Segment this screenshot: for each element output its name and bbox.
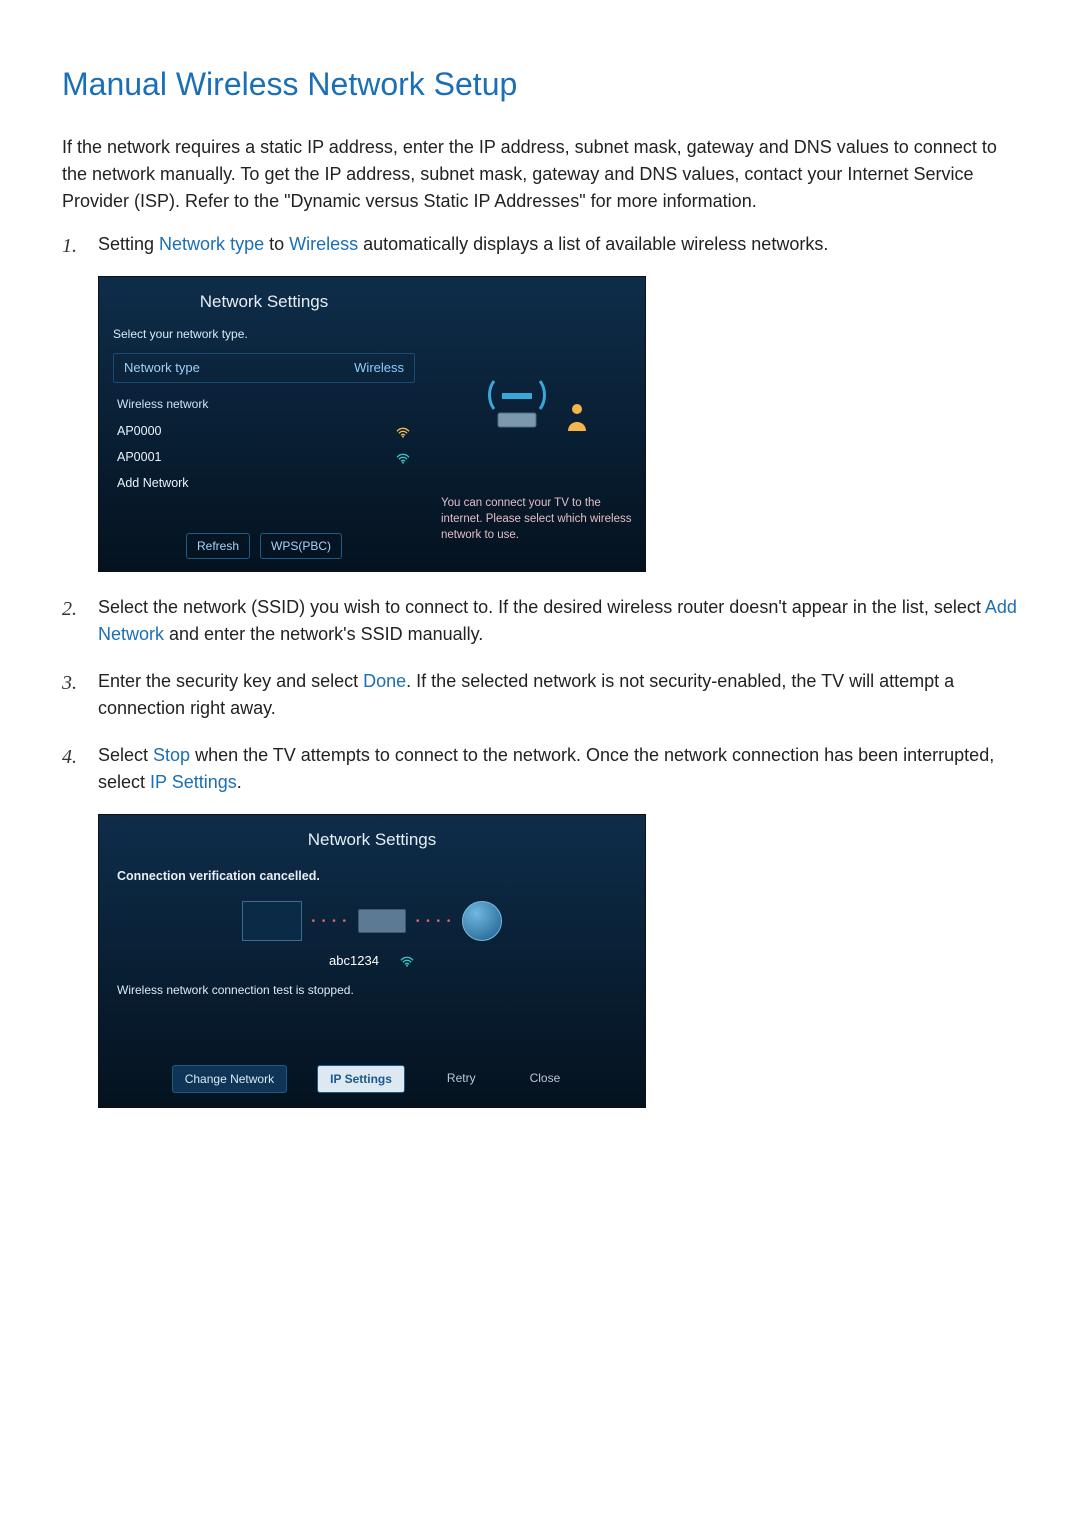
kw-stop: Stop [153, 745, 190, 765]
wifi-signal-icon [399, 953, 415, 969]
network-settings-panel-cancelled: Network Settings Connection verification… [98, 814, 646, 1108]
globe-icon [462, 901, 502, 941]
step-2: Select the network (SSID) you wish to co… [62, 594, 1018, 648]
connection-diagram: • • • • • • • • [117, 901, 627, 941]
kw-ip-settings: IP Settings [150, 772, 237, 792]
retry-button[interactable]: Retry [435, 1065, 488, 1093]
step-4: Select Stop when the TV attempts to conn… [62, 742, 1018, 1108]
step2-text-a: Select the network (SSID) you wish to co… [98, 597, 985, 617]
network-settings-panel-select: Network Settings Select your network typ… [98, 276, 646, 572]
kw-network-type: Network type [159, 234, 264, 254]
step4-text-c: . [237, 772, 242, 792]
step-1: Setting Network type to Wireless automat… [62, 231, 1018, 572]
step1-text-a: Setting [98, 234, 159, 254]
dots-icon: • • • • [416, 914, 452, 929]
step1-text-b: to [264, 234, 289, 254]
router-icon [358, 909, 406, 933]
refresh-button[interactable]: Refresh [186, 533, 250, 559]
connection-message: Wireless network connection test is stop… [117, 981, 627, 999]
wireless-list-header: Wireless network [113, 395, 415, 413]
kw-done: Done [363, 671, 406, 691]
connection-status: Connection verification cancelled. [117, 867, 627, 886]
panelA-helper-text: You can connect your TV to the internet.… [441, 495, 633, 557]
panelA-subtitle: Select your network type. [113, 325, 415, 343]
network-type-selector[interactable]: Network type Wireless [113, 353, 415, 383]
kw-wireless: Wireless [289, 234, 358, 254]
add-network-label: Add Network [117, 474, 189, 493]
dots-icon: • • • • [312, 914, 348, 929]
step-3: Enter the security key and select Done. … [62, 668, 1018, 722]
ssid-label: AP0001 [117, 448, 161, 467]
tv-icon [242, 901, 302, 941]
router-illustration [441, 331, 633, 431]
panelB-title: Network Settings [117, 827, 627, 853]
add-network-row[interactable]: Add Network [113, 471, 415, 497]
page-title: Manual Wireless Network Setup [62, 60, 1018, 108]
change-network-button[interactable]: Change Network [172, 1065, 287, 1093]
ssid-row-0[interactable]: AP0000 [113, 419, 415, 445]
ssid-row-1[interactable]: AP0001 [113, 445, 415, 471]
step2-text-b: and enter the network's SSID manually. [164, 624, 483, 644]
close-button[interactable]: Close [518, 1065, 573, 1093]
wifi-signal-icon [395, 424, 411, 440]
ip-settings-button[interactable]: IP Settings [317, 1065, 405, 1093]
connected-ssid: abc1234 [329, 951, 379, 971]
network-type-value: Wireless [354, 358, 404, 378]
panelA-title: Network Settings [113, 289, 415, 315]
step4-text-a: Select [98, 745, 153, 765]
ssid-label: AP0000 [117, 422, 161, 441]
step1-text-c: automatically displays a list of availab… [358, 234, 828, 254]
person-icon [562, 381, 592, 431]
wps-pbc-button[interactable]: WPS(PBC) [260, 533, 342, 559]
intro-paragraph: If the network requires a static IP addr… [62, 134, 1018, 215]
wifi-signal-icon [395, 450, 411, 466]
step3-text-a: Enter the security key and select [98, 671, 363, 691]
network-type-label: Network type [124, 358, 200, 378]
